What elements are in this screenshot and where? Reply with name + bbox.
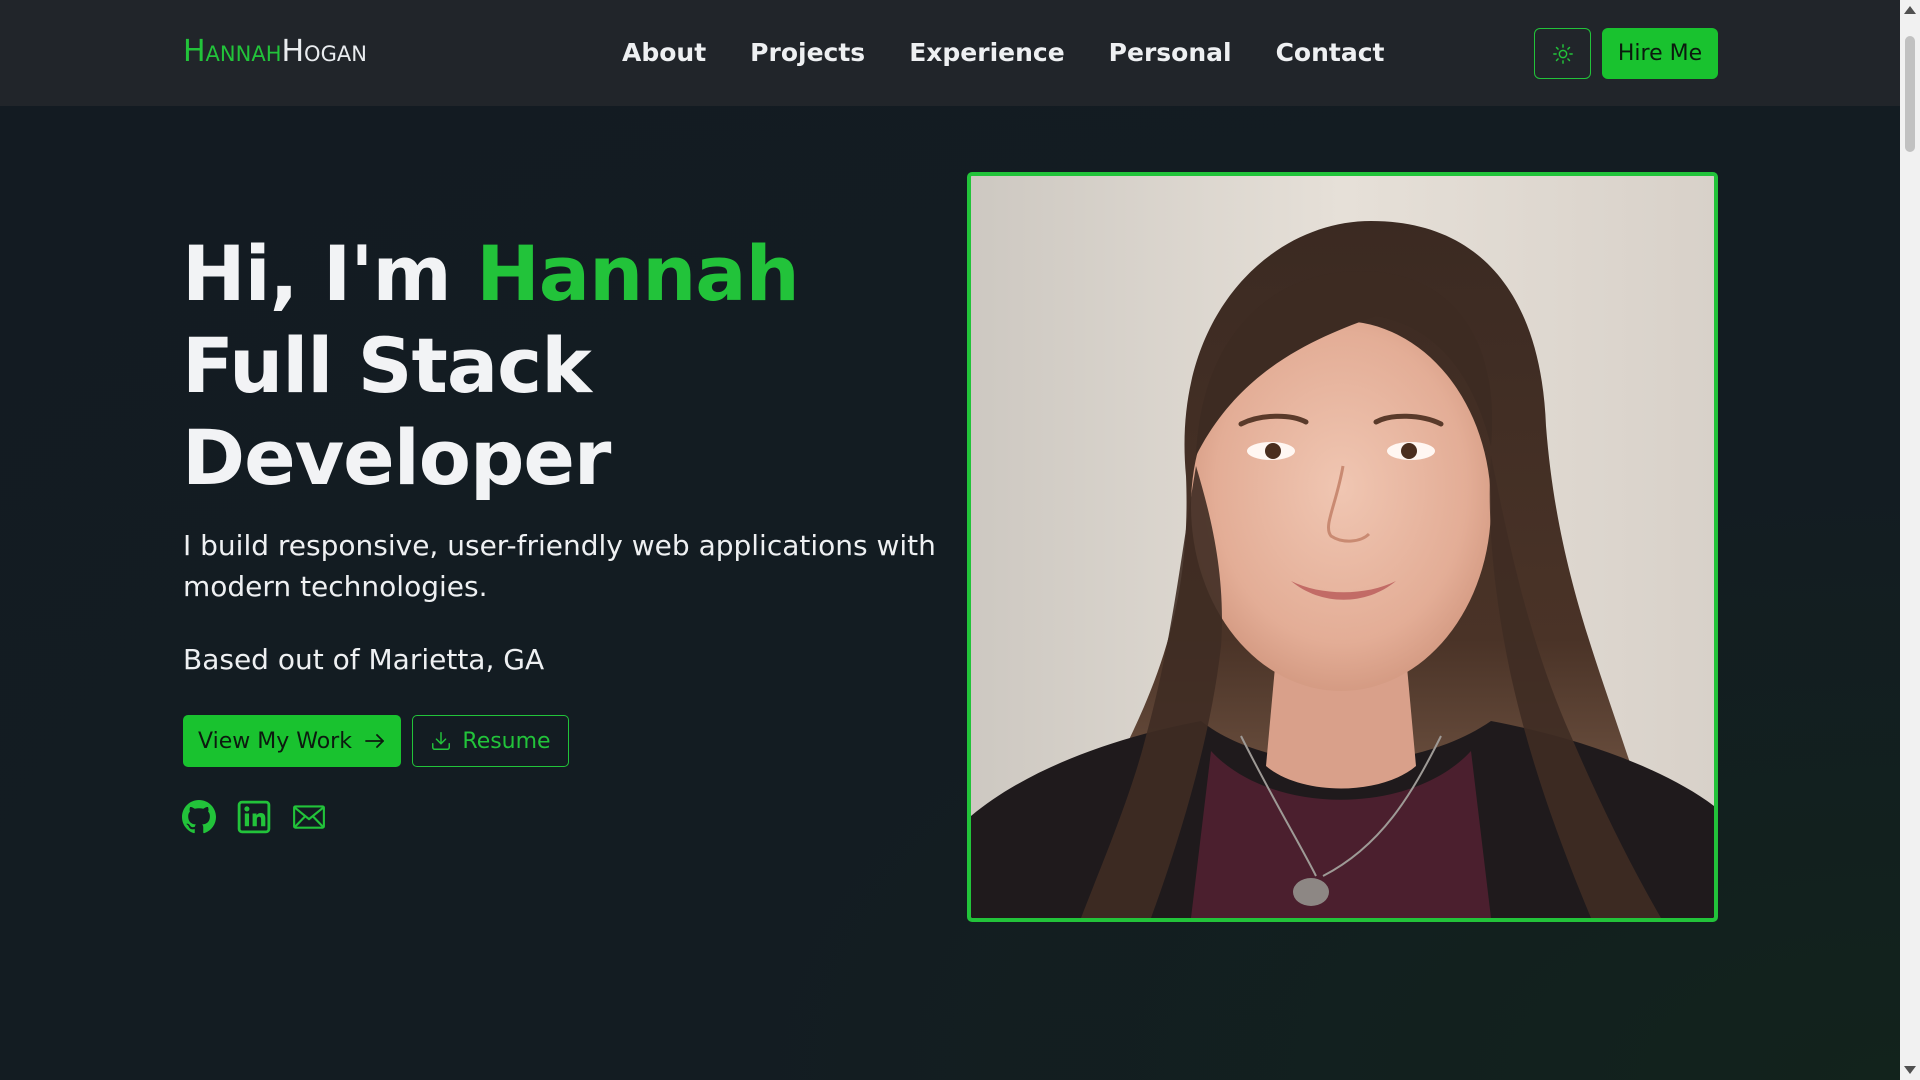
nav-links: About Projects Experience Personal Conta…	[622, 38, 1385, 67]
navbar: Hannah Hogan About Projects Experience Pe…	[0, 0, 1900, 106]
linkedin-icon[interactable]	[237, 800, 271, 834]
nav-projects-link[interactable]: Projects	[750, 38, 865, 67]
nav-personal-link[interactable]: Personal	[1109, 38, 1232, 67]
mail-icon[interactable]	[292, 800, 326, 834]
hero-location: Based out of Marietta, GA	[183, 643, 545, 676]
download-icon	[432, 732, 451, 750]
greeting-prefix: Hi, I'm	[182, 229, 452, 318]
github-icon[interactable]	[182, 800, 216, 834]
arrow-right-icon	[365, 734, 384, 748]
scroll-up-arrow[interactable]	[1904, 6, 1916, 14]
nav-about-link[interactable]: About	[622, 38, 706, 67]
profile-photo	[967, 172, 1718, 922]
theme-toggle-button[interactable]	[1534, 28, 1591, 79]
hero-name: Hannah	[476, 229, 799, 318]
view-my-work-button[interactable]: View My Work	[183, 715, 401, 767]
resume-button[interactable]: Resume	[412, 715, 569, 767]
nav-experience-link[interactable]: Experience	[909, 38, 1064, 67]
role-line-1: Full Stack	[182, 321, 592, 410]
social-links	[182, 800, 326, 834]
scroll-down-arrow[interactable]	[1904, 1066, 1916, 1074]
hero-headline: Hi, I'm Hannah Full Stack Developer	[182, 228, 800, 504]
logo-last-name: Hogan	[281, 34, 367, 69]
sun-icon	[1552, 43, 1573, 64]
hire-me-button[interactable]: Hire Me	[1602, 28, 1718, 79]
view-my-work-label: View My Work	[198, 728, 352, 754]
scroll-thumb[interactable]	[1905, 36, 1915, 152]
site-logo[interactable]: Hannah Hogan	[183, 34, 367, 69]
hero-tagline: I build responsive, user-friendly web ap…	[183, 529, 936, 603]
nav-contact-link[interactable]: Contact	[1276, 38, 1385, 67]
role-line-2: Developer	[182, 413, 611, 502]
logo-first-name: Hannah	[183, 34, 282, 69]
resume-label: Resume	[462, 728, 551, 754]
page-scrollbar[interactable]	[1900, 0, 1920, 1080]
portrait-photo	[971, 176, 1714, 918]
